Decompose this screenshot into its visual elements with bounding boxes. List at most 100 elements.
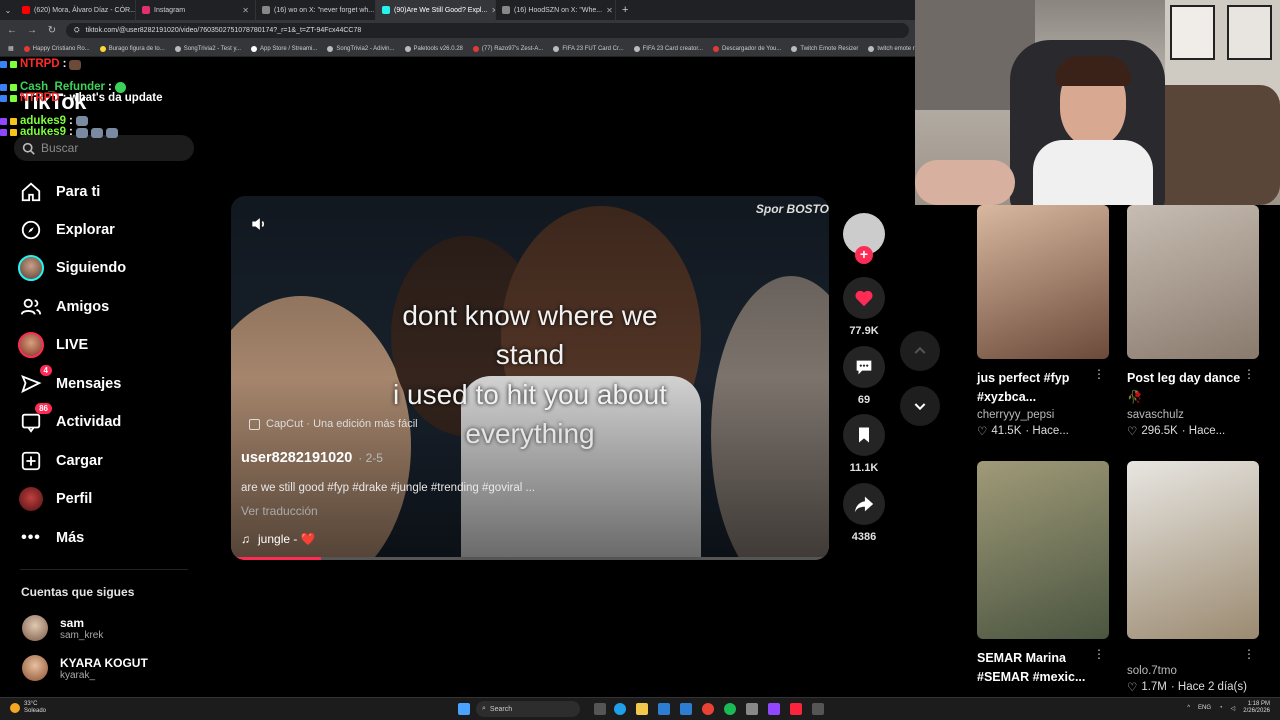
- followed-account[interactable]: sam sam_krek: [22, 615, 103, 641]
- bookmark[interactable]: Burago figura de to...: [99, 45, 165, 52]
- nav-item-explorar[interactable]: Explorar: [18, 217, 115, 243]
- video-card[interactable]: SEMAR Marina #SEMAR #mexic... ⋮: [977, 461, 1109, 687]
- tab-list-icon[interactable]: ⌄: [0, 6, 16, 15]
- translate-link[interactable]: Ver traducción: [241, 504, 318, 518]
- card-time: · Hace...: [1025, 425, 1069, 437]
- capcut-link[interactable]: CapCut · Una edición más fácil: [249, 418, 418, 430]
- chat-username: adukes9: [20, 126, 67, 138]
- bookmark[interactable]: SongTrivia2 - Test y...: [174, 45, 241, 52]
- bookmark[interactable]: FIFA 23 Card creator...: [633, 45, 703, 52]
- video-card[interactable]: jus perfect #fyp #xyzbca... ⋮ cherryyy_p…: [977, 205, 1109, 438]
- video-progress-bar[interactable]: [231, 557, 829, 560]
- search-icon: [22, 142, 35, 155]
- task-view-icon[interactable]: [594, 703, 606, 715]
- nav-item-mensajes[interactable]: 4 Mensajes: [18, 365, 121, 397]
- nav-item-cargar[interactable]: Cargar: [18, 448, 103, 474]
- hair-shape: [1055, 56, 1131, 86]
- windows-start-icon[interactable]: [458, 703, 470, 715]
- nav-item-siguiendo[interactable]: Siguiendo: [18, 255, 126, 281]
- save-count: 11.1K: [849, 462, 879, 474]
- reload-icon[interactable]: ↻: [46, 25, 58, 36]
- more-options-icon[interactable]: ⋮: [1243, 367, 1255, 381]
- browser-tab[interactable]: (16) HoodSZN on X: "Whe... ✕: [496, 0, 616, 20]
- bookmark[interactable]: Twitch Emote Resizer: [791, 45, 858, 52]
- video-author[interactable]: user8282191020 · 2-5: [241, 450, 383, 466]
- forward-icon[interactable]: →: [26, 25, 38, 36]
- close-tab-icon[interactable]: ✕: [242, 6, 249, 15]
- video-thumbnail[interactable]: [1127, 461, 1259, 639]
- like-action[interactable]: 77.9K: [843, 277, 885, 337]
- more-options-icon[interactable]: ⋮: [1093, 647, 1105, 661]
- nav-item-para-ti[interactable]: Para ti: [18, 179, 100, 205]
- weather-label: Soleado: [24, 708, 47, 714]
- previous-video-button[interactable]: [900, 331, 940, 371]
- video-thumbnail[interactable]: [1127, 205, 1259, 359]
- video-player[interactable]: Spor BOSTO dont know where we stand i us…: [231, 196, 829, 560]
- clock[interactable]: 1:18 PM 2/26/2026: [1243, 701, 1270, 715]
- nav-item-perfil[interactable]: Perfil: [18, 486, 92, 512]
- video-card[interactable]: Post leg day dance 🥀 ⋮ savaschulz ♡ 296.5…: [1127, 205, 1259, 438]
- nav-item-mas[interactable]: ••• Más: [18, 525, 84, 551]
- app-icon[interactable]: [812, 703, 824, 715]
- wifi-icon[interactable]: ◔: [1219, 705, 1223, 711]
- browser-tab[interactable]: (16) wo on X: "never forget wh...✕: [256, 0, 376, 20]
- video-card[interactable]: ⋮ solo.7tmo ♡ 1.7M · Hace 2 día(s): [1127, 461, 1259, 694]
- more-options-icon[interactable]: ⋮: [1243, 647, 1255, 661]
- browser-tab[interactable]: (620) Mora, Álvaro Díaz - CÓR...✕: [16, 0, 136, 20]
- bookmark[interactable]: (77) Razo97's Zest-A...: [472, 45, 543, 52]
- mail-icon[interactable]: [680, 703, 692, 715]
- nav-item-live[interactable]: LIVE: [18, 332, 88, 358]
- bookmark[interactable]: SongTrivia2 - Adivin...: [327, 45, 395, 52]
- next-video-button[interactable]: [900, 386, 940, 426]
- edge-icon[interactable]: [614, 703, 626, 715]
- browser-tab-active[interactable]: (90)Are We Still Good? Expl...✕: [376, 0, 496, 20]
- back-icon[interactable]: ←: [6, 25, 18, 36]
- search-input[interactable]: Buscar: [14, 135, 194, 161]
- nav-label: LIVE: [56, 337, 89, 353]
- store-icon[interactable]: [658, 703, 670, 715]
- followed-account[interactable]: KYARA KOGUT kyarak_: [22, 655, 148, 681]
- weather-widget[interactable]: 33°C Soleado: [10, 701, 46, 715]
- comment-button[interactable]: [843, 346, 885, 388]
- share-button[interactable]: [843, 483, 885, 525]
- site-info-icon[interactable]: ⛭: [74, 27, 80, 35]
- spotify-icon[interactable]: [724, 703, 736, 715]
- nav-item-amigos[interactable]: Amigos: [18, 294, 109, 320]
- taskbar-search[interactable]: ⌕ Search: [476, 701, 580, 717]
- bookmark[interactable]: Descargador de You...: [713, 45, 781, 52]
- bookmark[interactable]: Paletools v26.0.28: [404, 45, 463, 52]
- weather-temp: 33°C: [24, 701, 38, 707]
- bookmark[interactable]: Happy Cristiano Ro...: [23, 45, 90, 52]
- bookmark-label: SongTrivia2 - Test y...: [183, 45, 241, 52]
- nav-item-actividad[interactable]: 86 Actividad: [18, 403, 121, 435]
- sound-link[interactable]: ♫ jungle - ❤️: [241, 532, 316, 546]
- volume-icon[interactable]: [249, 214, 269, 239]
- volume-icon[interactable]: ◁: [1231, 705, 1236, 712]
- video-thumbnail[interactable]: [977, 205, 1109, 359]
- bookmark[interactable]: FIFA 23 FUT Card Cr...: [553, 45, 624, 52]
- discord-icon[interactable]: [768, 703, 780, 715]
- badge-icon: [0, 83, 7, 91]
- save-action[interactable]: 11.1K: [843, 414, 885, 474]
- more-options-icon[interactable]: ⋮: [1093, 367, 1105, 381]
- like-button[interactable]: [843, 277, 885, 319]
- music-icon[interactable]: [790, 703, 802, 715]
- language-indicator[interactable]: ENG: [1198, 705, 1211, 711]
- app-icon[interactable]: [746, 703, 758, 715]
- chrome-icon[interactable]: [702, 703, 714, 715]
- url-field[interactable]: ⛭ tiktok.com/@user8282191020/video/76035…: [66, 23, 909, 38]
- share-action[interactable]: 4386: [843, 483, 885, 543]
- apps-grid-icon[interactable]: ▦: [8, 45, 14, 52]
- chevron-up-icon[interactable]: ^: [1187, 705, 1190, 711]
- new-tab-icon[interactable]: +: [622, 4, 628, 16]
- bookmark[interactable]: App Store / Streami...: [251, 45, 317, 52]
- browser-tab[interactable]: Instagram ✕: [136, 0, 256, 20]
- comment-action[interactable]: 69: [843, 346, 885, 406]
- save-button[interactable]: [843, 414, 885, 456]
- upload-icon: [18, 448, 44, 474]
- follow-plus-button[interactable]: +: [855, 246, 873, 264]
- file-explorer-icon[interactable]: [636, 703, 648, 715]
- compass-icon: [18, 217, 44, 243]
- video-thumbnail[interactable]: [977, 461, 1109, 639]
- close-tab-icon[interactable]: ✕: [606, 6, 613, 15]
